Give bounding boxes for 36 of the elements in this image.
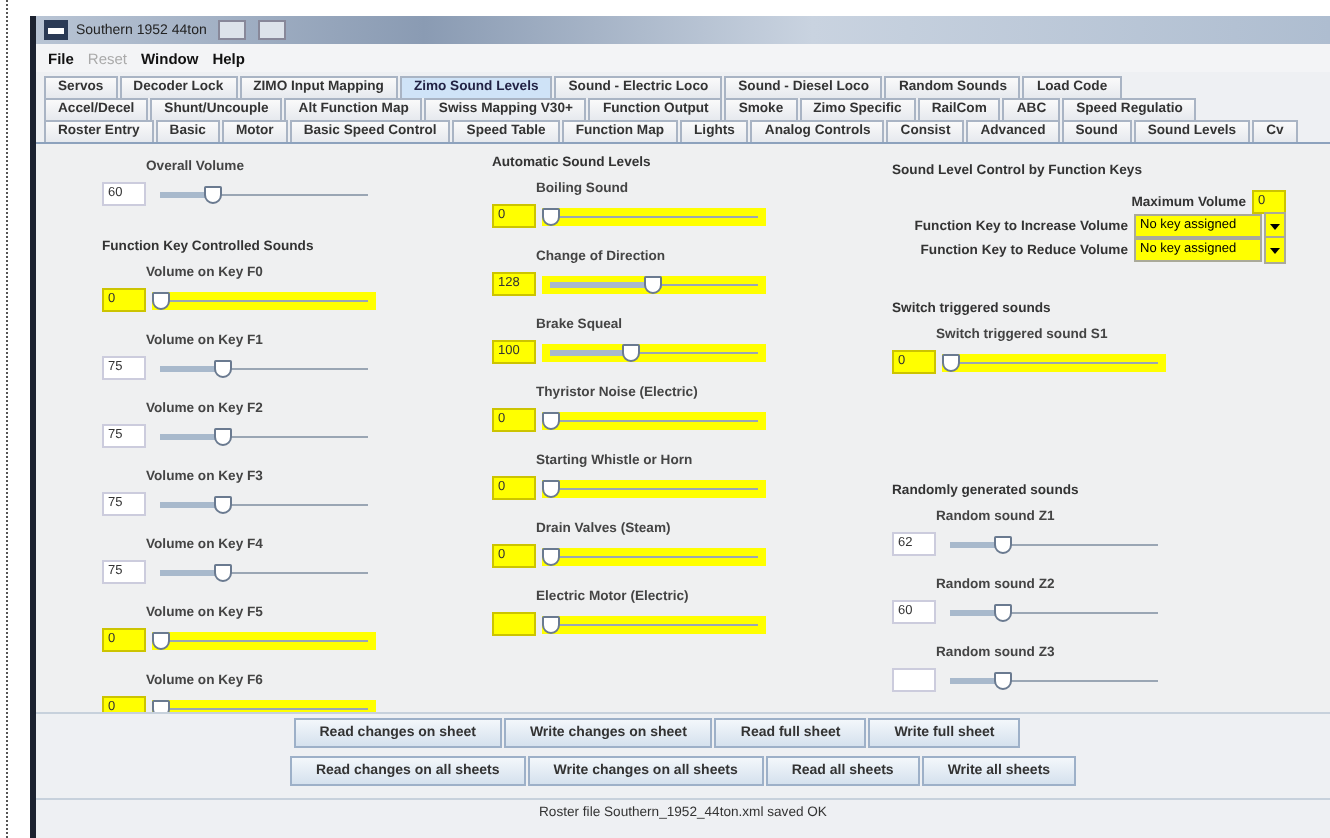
slider-thumb[interactable] [213, 427, 232, 445]
value-field[interactable] [492, 612, 536, 636]
slider-track[interactable] [152, 291, 376, 309]
value-field[interactable] [892, 668, 936, 692]
slider-track[interactable] [542, 615, 766, 633]
slider-thumb[interactable] [942, 353, 960, 371]
slider-track[interactable] [152, 631, 376, 649]
slider-track[interactable] [542, 343, 766, 361]
slider-thumb[interactable] [621, 343, 640, 361]
slider-track[interactable] [542, 547, 766, 565]
slider-thumb[interactable] [542, 207, 560, 225]
slider-thumb[interactable] [213, 563, 232, 581]
slider-thumb[interactable] [203, 185, 221, 203]
caret-icon[interactable] [1264, 236, 1286, 264]
slider-thumb[interactable] [542, 547, 560, 565]
slider-thumb[interactable] [542, 479, 560, 497]
slider-track[interactable] [542, 479, 766, 497]
slider-thumb[interactable] [993, 603, 1011, 621]
slider-thumb[interactable] [213, 359, 232, 377]
slider-track[interactable] [542, 207, 766, 225]
slider-thumb[interactable] [993, 535, 1011, 553]
slider-track[interactable] [542, 411, 766, 429]
slider-thumb[interactable] [152, 699, 170, 712]
minimize-button[interactable] [218, 20, 247, 40]
slider-thumb[interactable] [152, 631, 170, 649]
slider-thumb[interactable] [644, 275, 662, 293]
slider-thumb[interactable] [542, 411, 560, 429]
slider-track[interactable] [152, 699, 376, 712]
slider-thumb[interactable] [152, 291, 170, 309]
slider-thumb[interactable] [213, 495, 232, 513]
app-icon [44, 20, 68, 40]
slider-thumb[interactable] [542, 615, 560, 633]
slider-track[interactable] [542, 275, 766, 293]
maximize-button[interactable] [258, 20, 287, 40]
slider-thumb[interactable] [993, 671, 1011, 689]
slider-track[interactable] [942, 353, 1166, 371]
